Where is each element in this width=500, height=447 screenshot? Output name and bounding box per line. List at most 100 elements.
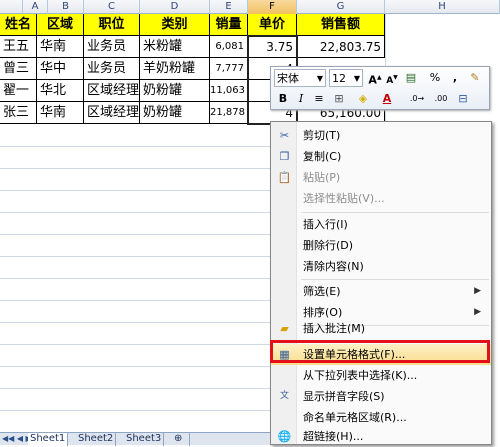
menu-item-show-phonetic[interactable]: 文 显示拼音字段(S) <box>271 386 491 407</box>
menu-item-paste-special[interactable]: 选择性粘贴(V)... <box>271 188 491 209</box>
increase-decimal-icon[interactable]: .0→ <box>407 91 427 107</box>
grid-line <box>0 366 270 367</box>
grid-line <box>0 388 270 389</box>
header-cell-sales-volume[interactable]: 销量 <box>210 14 248 36</box>
grid-line <box>0 410 270 411</box>
column-header-c[interactable]: C <box>84 0 140 14</box>
percent-icon[interactable]: % <box>427 70 443 86</box>
italic-icon[interactable]: I <box>293 91 309 107</box>
menu-item-label: 筛选(E) <box>303 285 341 298</box>
sheet-tab-3[interactable]: Sheet3 <box>124 433 165 446</box>
table-cell[interactable]: 奶粉罐 <box>140 102 210 124</box>
bold-icon[interactable]: B <box>275 91 291 107</box>
table-cell[interactable]: 业务员 <box>84 36 140 58</box>
grid-line <box>0 344 270 345</box>
menu-item-insert-row[interactable]: 插入行(I) <box>271 214 491 235</box>
column-header-b[interactable]: B <box>48 0 84 14</box>
menu-separator <box>301 212 489 213</box>
menu-item-label: 删除行(D) <box>303 239 354 252</box>
menu-item-cut[interactable]: ✂ 剪切(T) <box>271 125 491 146</box>
mini-toolbar: 宋体 ▼ 12 ▼ A▲ A▼ ▤ % , ✎ B I ≡ ⊞ ◈ A .0→ … <box>270 66 490 110</box>
menu-item-label: 超链接(H)... <box>303 430 364 443</box>
scissors-icon: ✂ <box>279 129 290 142</box>
table-cell[interactable]: 21,878 <box>210 102 248 124</box>
menu-item-delete-row[interactable]: 删除行(D) <box>271 235 491 256</box>
table-cell[interactable]: 张三 <box>0 102 37 124</box>
table-cell[interactable]: 翟一 <box>0 80 37 102</box>
grid-line <box>0 168 270 169</box>
table-cell[interactable]: 曾三 <box>0 58 37 80</box>
column-header-h[interactable]: H <box>385 0 500 14</box>
border-icon[interactable]: ⊞ <box>331 91 347 107</box>
decrease-font-icon[interactable]: A▼ <box>384 70 400 86</box>
font-size-select[interactable]: 12 ▼ <box>329 69 363 87</box>
decrease-decimal-icon[interactable]: .00 <box>431 91 451 107</box>
column-header-g[interactable]: G <box>297 0 385 14</box>
format-painter-icon[interactable]: ✎ <box>467 70 483 86</box>
align-center-icon[interactable]: ≡ <box>311 91 327 107</box>
menu-item-paste[interactable]: 📋 粘贴(P) <box>271 167 491 188</box>
menu-item-insert-comment[interactable]: ▰ 插入批注(M) <box>271 318 491 339</box>
menu-item-label: 剪切(T) <box>303 129 341 142</box>
menu-item-label: 显示拼音字段(S) <box>303 390 385 403</box>
sheet-tab-bar: ◀◀ ◀ ▶ ▶▶ Sheet1 Sheet2 Sheet3 ⊕ <box>0 432 270 446</box>
grid-line <box>0 146 270 147</box>
sheet-tab-2[interactable]: Sheet2 <box>76 433 117 446</box>
table-cell[interactable]: 羊奶粉罐 <box>140 58 210 80</box>
table-cell[interactable]: 奶粉罐 <box>140 80 210 102</box>
menu-item-hyperlink[interactable]: 🌐 超链接(H)... <box>271 426 491 447</box>
comment-icon: ▰ <box>280 322 289 335</box>
sheet-tab-1[interactable]: Sheet1 <box>28 433 69 446</box>
menu-item-define-name[interactable]: 命名单元格区域(R)... <box>271 407 491 428</box>
menu-item-label: 选择性粘贴(V)... <box>303 192 385 205</box>
table-cell[interactable]: 11,063 <box>210 80 248 102</box>
table-cell[interactable]: 王五 <box>0 36 37 58</box>
copy-icon: ❐ <box>279 150 290 163</box>
table-cell[interactable]: 区域经理 <box>84 80 140 102</box>
chevron-down-icon: ▼ <box>353 74 360 83</box>
table-cell[interactable]: 华北 <box>37 80 84 102</box>
font-name-value: 宋体 <box>277 72 299 85</box>
table-cell[interactable]: 华南 <box>37 102 84 124</box>
fill-color-icon[interactable]: ◈ <box>355 91 371 107</box>
table-cell[interactable]: 6,081 <box>210 36 248 58</box>
table-cell[interactable]: 22,803.75 <box>297 36 385 58</box>
menu-item-pick-from-list[interactable]: 从下拉列表中选择(K)... <box>271 365 491 386</box>
table-cell[interactable]: 业务员 <box>84 58 140 80</box>
select-all-corner[interactable] <box>0 0 23 14</box>
menu-item-label: 命名单元格区域(R)... <box>303 411 407 424</box>
table-cell[interactable]: 华中 <box>37 58 84 80</box>
column-header-a[interactable]: A <box>23 0 48 14</box>
header-cell-sales-amount[interactable]: 销售额 <box>297 14 385 36</box>
table-cell[interactable]: 7,777 <box>210 58 248 80</box>
currency-format-icon[interactable]: ▤ <box>403 70 419 86</box>
column-header-d[interactable]: D <box>140 0 210 14</box>
column-header-e[interactable]: E <box>210 0 248 14</box>
header-cell-position[interactable]: 职位 <box>84 14 140 36</box>
menu-item-label: 清除内容(N) <box>303 260 364 273</box>
table-cell[interactable]: 米粉罐 <box>140 36 210 58</box>
hyperlink-icon: 🌐 <box>277 430 292 443</box>
insert-sheet-icon[interactable]: ⊕ <box>172 433 190 446</box>
comma-style-icon[interactable]: , <box>447 70 463 86</box>
font-name-select[interactable]: 宋体 ▼ <box>274 69 326 87</box>
header-cell-unit-price[interactable]: 单价 <box>248 14 297 36</box>
paste-icon: 📋 <box>277 171 292 184</box>
header-cell-name[interactable]: 姓名 <box>0 14 37 36</box>
context-menu: ✂ 剪切(T) ❐ 复制(C) 📋 粘贴(P) 选择性粘贴(V)... 插入行(… <box>270 121 492 445</box>
menu-item-copy[interactable]: ❐ 复制(C) <box>271 146 491 167</box>
font-size-value: 12 <box>332 72 346 85</box>
header-cell-category[interactable]: 类别 <box>140 14 210 36</box>
column-header-bar: A B C D E F G H <box>0 0 500 14</box>
grid-line <box>0 256 270 257</box>
increase-font-icon[interactable]: A▲ <box>367 70 383 87</box>
table-cell[interactable]: 区域经理 <box>84 102 140 124</box>
column-header-f[interactable]: F <box>248 0 297 14</box>
table-cell[interactable]: 华南 <box>37 36 84 58</box>
font-color-icon[interactable]: A <box>379 91 395 107</box>
grid-line <box>0 212 270 213</box>
menu-item-filter[interactable]: 筛选(E) ▶ <box>271 281 491 302</box>
merge-cells-icon[interactable]: ⊟ <box>455 91 471 107</box>
menu-item-clear-contents[interactable]: 清除内容(N) <box>271 256 491 277</box>
header-cell-region[interactable]: 区域 <box>37 14 84 36</box>
